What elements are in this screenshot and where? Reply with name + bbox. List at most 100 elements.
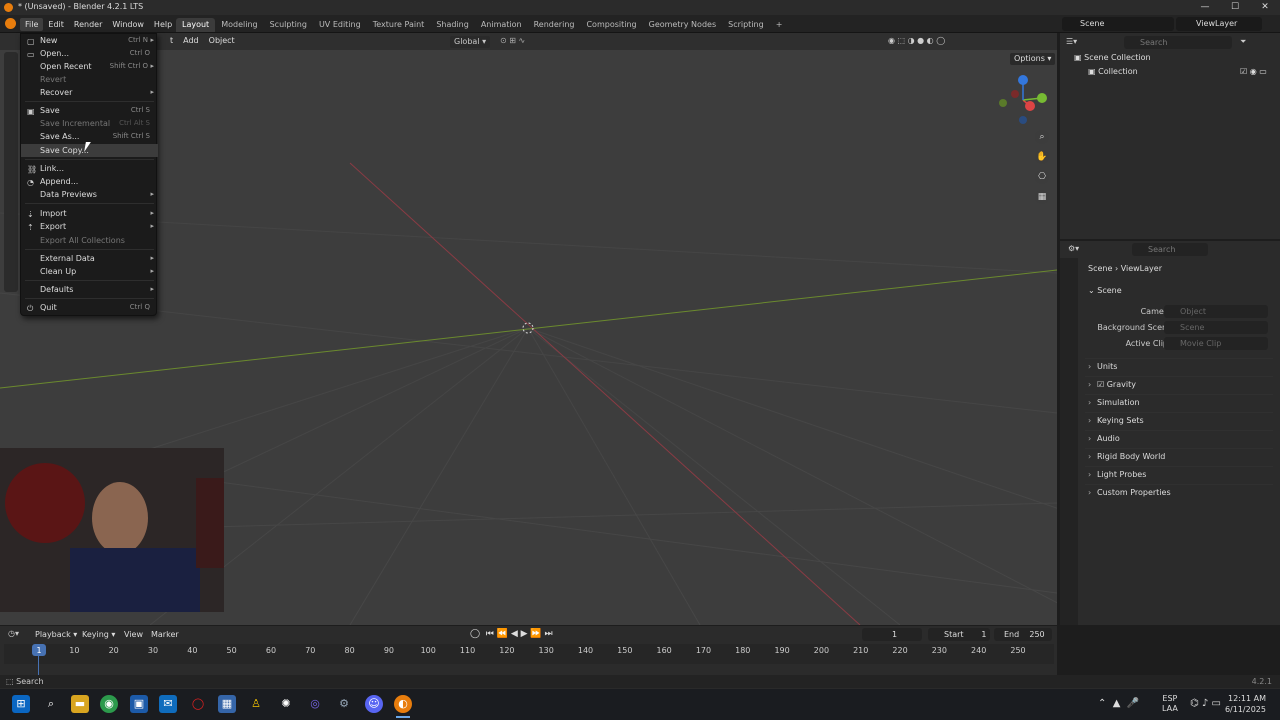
collection-visibility-icons[interactable]: ☑ ◉ ▭ (1240, 67, 1267, 76)
store-icon[interactable]: ▣ (130, 695, 148, 713)
add-workspace-button[interactable]: + (770, 18, 789, 32)
menu-item-external-data[interactable]: External Data ▸ (21, 252, 158, 265)
app-icon[interactable]: ♙ (247, 695, 265, 713)
tab-animation[interactable]: Animation (475, 18, 528, 32)
menu-item-append[interactable]: ◔ Append... (21, 175, 158, 188)
start-frame-field[interactable]: Start 1 (928, 628, 990, 641)
properties-editor-icon[interactable]: ⚙▾ (1068, 244, 1079, 253)
calculator-icon[interactable]: ▦ (218, 695, 236, 713)
tab-layout[interactable]: Layout (176, 18, 216, 32)
chatgpt-icon[interactable]: ✺ (277, 695, 295, 713)
menu-item-import[interactable]: ⇣ Import ▸ (21, 207, 158, 220)
playback-controls[interactable]: ◯ ⏮ ⏪ ◀ ▶ ⏩ ⏭ (470, 629, 553, 639)
scene-selector[interactable]: Scene (1062, 17, 1174, 31)
outliner-editor-icon[interactable]: ☰▾ (1066, 37, 1077, 46)
viewlayer-selector[interactable]: ViewLayer (1176, 17, 1262, 31)
panel-simulation[interactable]: Simulation (1085, 394, 1273, 411)
view-menu[interactable]: View (124, 630, 143, 639)
tab-modeling[interactable]: Modeling (215, 18, 263, 32)
pivot-snap-icons[interactable]: ⊙ ⊞ ∿ (500, 36, 525, 45)
panel-rigid-body-world[interactable]: Rigid Body World (1085, 448, 1273, 465)
file-explorer-icon[interactable]: ▬ (71, 695, 89, 713)
clock[interactable]: 12:11 AM 6/11/2025 (1222, 693, 1266, 715)
copilot-icon[interactable]: ◎ (306, 695, 324, 713)
menu-object[interactable]: Object (209, 36, 235, 45)
menu-item-clean-up[interactable]: Clean Up ▸ (21, 265, 158, 278)
outliner-collection[interactable]: ▣ Collection (1088, 67, 1138, 76)
perspective-grid-icon[interactable]: ▦ (1035, 190, 1049, 204)
menu-window[interactable]: Window (107, 18, 149, 31)
menu-item-export[interactable]: ⇡ Export ▸ (21, 220, 158, 233)
submenu-arrow-icon: ▸ (150, 222, 154, 230)
minimize-button[interactable]: — (1190, 0, 1220, 15)
transform-orientation-dropdown[interactable]: Global ▾ (450, 36, 491, 48)
outliner-scene-collection[interactable]: ▣ Scene Collection (1074, 53, 1151, 62)
outlook-icon[interactable]: ✉ (159, 695, 177, 713)
menu-edit[interactable]: Edit (43, 18, 69, 31)
discord-icon[interactable]: ☺ (365, 695, 383, 713)
chrome-icon[interactable]: ◉ (100, 695, 118, 713)
properties-search-input[interactable]: Search (1132, 243, 1208, 256)
menu-item-data-previews[interactable]: Data Previews ▸ (21, 188, 158, 201)
windows-start-icon[interactable]: ⊞ (12, 695, 30, 713)
menu-separator (25, 249, 154, 250)
blender-menu-icon[interactable] (5, 18, 16, 29)
menu-item-save[interactable]: ▣ Save Ctrl S (21, 104, 158, 117)
keying-menu[interactable]: Keying ▾ (82, 630, 115, 639)
tab-rendering[interactable]: Rendering (528, 18, 581, 32)
filter-icon[interactable]: ⏷ (1240, 37, 1246, 47)
camera-view-icon[interactable]: ⎔ (1035, 170, 1049, 184)
menu-item-open-recent[interactable]: Open Recent Shift Ctrl O ▸ (21, 60, 158, 73)
tab-shading[interactable]: Shading (430, 18, 475, 32)
panel-gravity[interactable]: ☑ Gravity (1085, 376, 1273, 393)
properties-tab-column[interactable] (1060, 258, 1078, 625)
tab-sculpting[interactable]: Sculpting (264, 18, 313, 32)
menu-item-open[interactable]: ▭ Open... Ctrl O (21, 47, 158, 60)
panel-light-probes[interactable]: Light Probes (1085, 466, 1273, 483)
outliner-search-input[interactable]: Search (1124, 36, 1232, 49)
opera-icon[interactable]: ◯ (189, 695, 207, 713)
blender-taskbar-icon[interactable]: ◐ (394, 695, 412, 713)
menu-add[interactable]: Add (183, 36, 199, 45)
search-icon[interactable]: ⌕ (42, 695, 60, 713)
tab-scripting[interactable]: Scripting (722, 18, 770, 32)
menu-item-recover[interactable]: Recover ▸ (21, 86, 158, 99)
network-volume-battery-icons[interactable]: ⌬ ♪ ▭ (1190, 698, 1221, 709)
playback-menu[interactable]: Playback ▾ (35, 630, 77, 639)
tab-uv-editing[interactable]: UV Editing (313, 18, 367, 32)
marker-menu[interactable]: Marker (151, 630, 179, 639)
current-frame-field[interactable]: 1 (862, 628, 922, 641)
active-clip-field[interactable]: Movie Clip (1164, 337, 1268, 350)
tab-geometry-nodes[interactable]: Geometry Nodes (643, 18, 722, 32)
tool-shelf[interactable] (4, 52, 18, 292)
menu-item-link[interactable]: ⛓ Link... (21, 162, 158, 175)
end-frame-field[interactable]: End 250 (994, 628, 1052, 641)
tab-texture-paint[interactable]: Texture Paint (367, 18, 431, 32)
menu-item-new[interactable]: ▢ New Ctrl N ▸ (21, 34, 158, 47)
menu-item-quit[interactable]: ⏻ Quit Ctrl Q (21, 301, 158, 314)
timeline-editor-icon[interactable]: ◷▾ (8, 629, 19, 638)
panel-custom-properties[interactable]: Custom Properties (1085, 484, 1273, 501)
menu-help[interactable]: Help (149, 18, 177, 31)
scene-section-header[interactable]: ⌄ Scene (1088, 286, 1122, 295)
menu-object-partial[interactable]: t (170, 36, 173, 45)
viewport-shading-icons[interactable]: ◉ ⬚ ◑ ● ◐ ◯ (888, 36, 945, 45)
options-dropdown[interactable]: Options ▾ (1010, 53, 1056, 65)
panel-keying-sets[interactable]: Keying Sets (1085, 412, 1273, 429)
tray-icons[interactable]: ⌃ ▲ 🎤 (1098, 698, 1139, 709)
close-button[interactable]: ✕ (1250, 0, 1280, 15)
pan-hand-icon[interactable]: ✋ (1035, 150, 1049, 164)
language-indicator[interactable]: ESP LAA (1162, 694, 1178, 714)
camera-field[interactable]: Object (1164, 305, 1268, 318)
panel-audio[interactable]: Audio (1085, 430, 1273, 447)
settings-icon[interactable]: ⚙ (335, 695, 353, 713)
tab-compositing[interactable]: Compositing (580, 18, 642, 32)
navigation-gizmo[interactable] (995, 72, 1051, 128)
zoom-icon[interactable]: ⌕ (1035, 130, 1049, 144)
menu-file[interactable]: File (20, 18, 44, 31)
menu-item-defaults[interactable]: Defaults ▸ (21, 283, 158, 296)
panel-units[interactable]: Units (1085, 358, 1273, 375)
background-scene-field[interactable]: Scene (1164, 321, 1268, 334)
maximize-button[interactable]: ☐ (1220, 0, 1250, 15)
menu-render[interactable]: Render (69, 18, 107, 31)
